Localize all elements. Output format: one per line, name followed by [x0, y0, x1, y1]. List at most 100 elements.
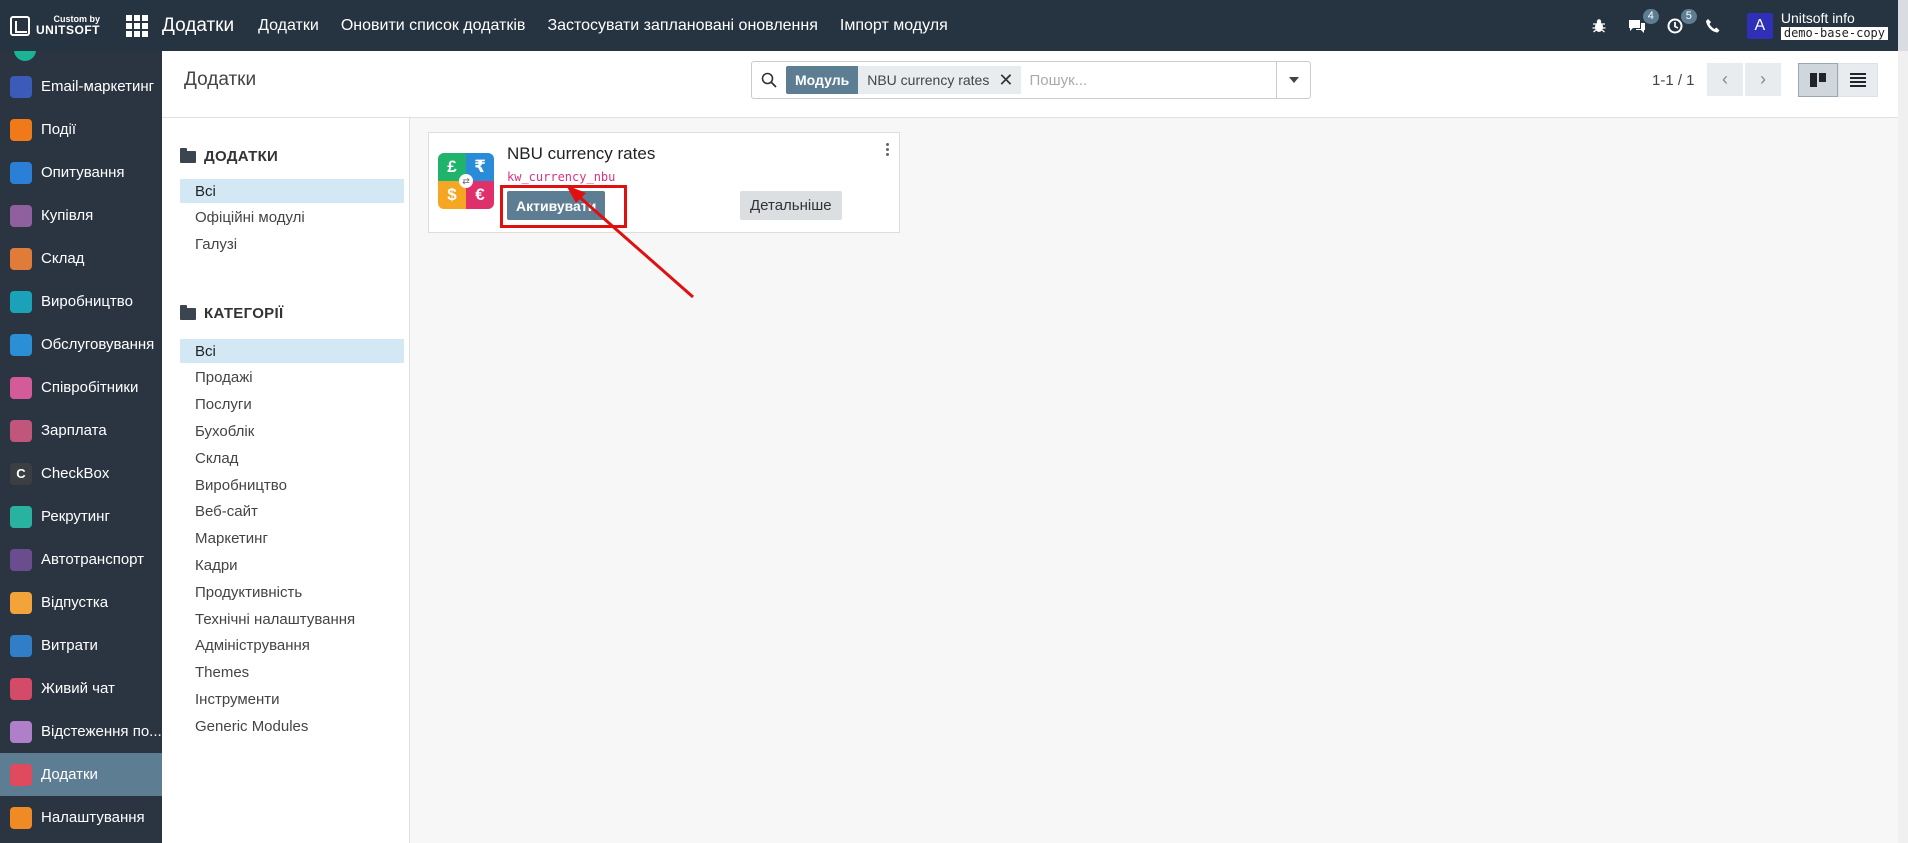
- sidebar-item-live-chat[interactable]: Живий чат: [0, 667, 162, 710]
- breadcrumb: Додатки: [184, 69, 257, 90]
- section-header-categories: КАТЕГОРІЇ: [180, 304, 283, 322]
- checkbox-app-icon: C: [10, 462, 32, 485]
- sidebar-item-label: Додатки: [41, 766, 98, 783]
- sidebar-item-purchase[interactable]: Купівля: [0, 194, 162, 237]
- list-view-button[interactable]: [1838, 63, 1878, 97]
- section-header-apps: ДОДАТКИ: [180, 147, 278, 165]
- search-options-toggle[interactable]: [1276, 62, 1310, 98]
- category-item[interactable]: Кадри: [180, 553, 404, 577]
- messages-count-badge: 4: [1642, 8, 1659, 24]
- time-off-icon: [10, 591, 32, 614]
- sidebar-item-label: Співробітники: [41, 379, 139, 396]
- category-item[interactable]: Веб-сайт: [180, 500, 404, 524]
- sidebar-item-events[interactable]: Події: [0, 108, 162, 151]
- filter-apps-item[interactable]: Галузі: [180, 233, 404, 257]
- sidebar-item-label: Зарплата: [41, 422, 107, 439]
- sidebar-item-fleet[interactable]: Автотранспорт: [0, 538, 162, 581]
- category-item[interactable]: Адміністрування: [180, 634, 404, 658]
- facet-remove-icon[interactable]: ✕: [998, 66, 1022, 94]
- pager-value[interactable]: 1-1 / 1: [1652, 72, 1695, 89]
- sidebar-item-checkbox-app[interactable]: C CheckBox: [0, 452, 162, 495]
- sidebar-item-survey[interactable]: Опитування: [0, 151, 162, 194]
- survey-icon: [10, 161, 32, 184]
- sidebar-item-manufacturing[interactable]: Виробництво: [0, 280, 162, 323]
- purchase-icon: [10, 204, 32, 227]
- logo-brand: UNITSOFT: [36, 23, 100, 37]
- facet-label: Модуль: [786, 66, 859, 94]
- sidebar-item-label: Живий чат: [41, 680, 115, 697]
- sidebar-item-label: Склад: [41, 250, 85, 267]
- search-input[interactable]: [1029, 65, 1276, 95]
- filter-apps-item[interactable]: Офіційні модулі: [180, 206, 404, 230]
- sidebar-item-label: Обслуговування: [41, 336, 155, 353]
- category-item[interactable]: Generic Modules: [180, 714, 404, 738]
- partial-app-icon: [14, 51, 36, 61]
- settings-icon: [10, 806, 32, 829]
- card-dropdown-icon[interactable]: [886, 143, 890, 156]
- sidebar-item-inventory[interactable]: Склад: [0, 237, 162, 280]
- expenses-icon: [10, 634, 32, 657]
- sidebar-item-label: Налаштування: [41, 809, 145, 826]
- maintenance-icon: [10, 333, 32, 356]
- debug-bug-icon[interactable]: [1589, 16, 1609, 36]
- folder-icon: [180, 304, 196, 320]
- sidebar-item-email-marketing[interactable]: Email-маркетинг: [0, 65, 162, 108]
- chevron-left-icon: ‹: [1722, 69, 1728, 89]
- sidebar-item-partial[interactable]: [0, 51, 162, 65]
- scrollbar-right: [1898, 51, 1908, 843]
- sidebar-item-employees[interactable]: Співробітники: [0, 366, 162, 409]
- sidebar-item-recruitment[interactable]: Рекрутинг: [0, 495, 162, 538]
- sidebar-item-expenses[interactable]: Витрати: [0, 624, 162, 667]
- sidebar-item-label: Опитування: [41, 164, 125, 181]
- kanban-view-button[interactable]: [1798, 63, 1838, 97]
- pager-next-button[interactable]: ›: [1745, 63, 1781, 96]
- sidebar-item-settings[interactable]: Налаштування: [0, 796, 162, 839]
- category-item[interactable]: Продуктивність: [180, 580, 404, 604]
- category-item[interactable]: Технічні налаштування: [180, 607, 404, 631]
- category-item[interactable]: Виробництво: [180, 473, 404, 497]
- search-icon[interactable]: [752, 62, 786, 98]
- menu-apply-scheduled-upgrades[interactable]: Застосувати заплановані оновлення: [547, 17, 817, 35]
- menu-apps[interactable]: Додатки: [258, 17, 319, 35]
- sidebar-item-apps[interactable]: Додатки: [0, 753, 162, 796]
- current-app-name[interactable]: Додатки: [162, 15, 234, 37]
- events-icon: [10, 118, 32, 141]
- sidebar-item-label: Витрати: [41, 637, 98, 654]
- recruitment-icon: [10, 505, 32, 528]
- sidebar-item-tracking[interactable]: Відстеження по...: [0, 710, 162, 753]
- category-item[interactable]: Маркетинг: [180, 527, 404, 551]
- messages-icon[interactable]: 4: [1627, 8, 1659, 36]
- menu-update-apps-list[interactable]: Оновити список додатків: [341, 17, 526, 35]
- sidebar-item-label: Виробництво: [41, 293, 133, 310]
- folder-icon: [180, 147, 196, 163]
- sidebar-item-label: Автотранспорт: [41, 551, 145, 568]
- database-name: demo-base-copy: [1780, 26, 1888, 41]
- activities-clock-icon[interactable]: 5: [1665, 8, 1697, 36]
- sidebar-item-time-off[interactable]: Відпустка: [0, 581, 162, 624]
- category-item[interactable]: Themes: [180, 661, 404, 685]
- category-item[interactable]: Інструменти: [180, 687, 404, 711]
- category-item[interactable]: Всі: [180, 339, 404, 363]
- menu-import-module[interactable]: Імпорт модуля: [840, 17, 948, 35]
- category-item[interactable]: Продажі: [180, 366, 404, 390]
- sidebar-item-maintenance[interactable]: Обслуговування: [0, 323, 162, 366]
- live-chat-icon: [10, 677, 32, 700]
- sidebar-item-payroll[interactable]: Зарплата: [0, 409, 162, 452]
- email-marketing-icon: [10, 75, 32, 98]
- user-avatar[interactable]: A: [1746, 12, 1773, 39]
- kanban-icon: [1810, 73, 1826, 87]
- category-item[interactable]: Бухоблік: [180, 419, 404, 443]
- user-menu[interactable]: Unitsoft info demo-base-copy: [1780, 10, 1888, 41]
- filter-apps-item[interactable]: Всі: [180, 179, 404, 203]
- phone-icon[interactable]: [1703, 16, 1723, 36]
- pager-previous-button[interactable]: ‹: [1707, 63, 1743, 96]
- module-info-button[interactable]: Детальніше: [740, 191, 842, 220]
- employees-icon: [10, 376, 32, 399]
- inventory-icon: [10, 247, 32, 270]
- scrollbar-top: [1898, 0, 1908, 51]
- category-item[interactable]: Послуги: [180, 393, 404, 417]
- category-item[interactable]: Склад: [180, 446, 404, 470]
- company-logo[interactable]: Custom by UNITSOFT: [0, 0, 110, 51]
- sidebar-item-label: Відстеження по...: [41, 723, 162, 740]
- app-menu-grid-icon[interactable]: [126, 14, 148, 37]
